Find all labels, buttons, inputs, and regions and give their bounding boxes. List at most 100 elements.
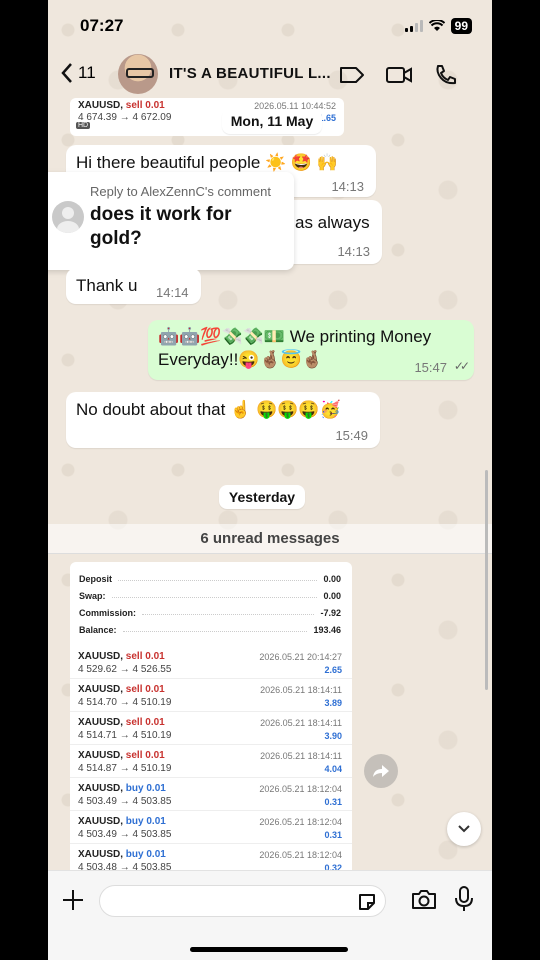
message-text-line2: Everyday!!😜🤞🏽😇🤞🏽: [158, 350, 323, 369]
message-text: as always: [295, 213, 370, 232]
contact-avatar[interactable]: [118, 54, 158, 94]
plus-icon: [63, 890, 83, 910]
leader-dots: [111, 591, 318, 598]
message-time: 15:49: [335, 428, 368, 443]
message-time: 14:13: [337, 244, 370, 259]
voice-call-button[interactable]: [432, 62, 460, 93]
leader-dots: [142, 608, 315, 615]
trade-profit: 3.89: [324, 698, 342, 708]
outgoing-message-bubble[interactable]: 🤖🤖💯💸💸💵 We printing Money Everyday!!😜🤞🏽😇🤞…: [148, 320, 474, 380]
trade-date: 2026.05.21 18:14:11: [260, 685, 342, 695]
battery-indicator: 99: [450, 18, 472, 34]
forward-button[interactable]: [364, 754, 398, 788]
trade-symbol: XAUUSD,: [78, 783, 124, 794]
date-pill-may: Mon, 11 May: [222, 109, 322, 134]
trade-row: XAUUSD, buy 0.01 4 503.49 → 4 503.85 2026.…: [70, 778, 352, 811]
summary-label: Balance:: [79, 625, 117, 635]
message-time: 14:13: [331, 179, 364, 194]
message-time: 15:47: [414, 360, 447, 375]
trade-prices: 4 674.39 → 4 672.09: [78, 112, 172, 123]
trade-side: sell 0.01: [125, 750, 165, 761]
scrollbar[interactable]: [485, 470, 488, 690]
trade-date: 2026.05.21 18:12:04: [259, 784, 342, 794]
trade-symbol: XAUUSD,: [78, 684, 124, 695]
summary-label: Commission:: [79, 608, 137, 618]
chat-title[interactable]: IT'S A BEAUTIFUL L...: [169, 65, 331, 82]
summary-label: Swap:: [79, 591, 106, 601]
scroll-down-button[interactable]: [447, 812, 481, 846]
chat-header: 11 IT'S A BEAUTIFUL L...: [48, 48, 492, 102]
trade-symbol: XAUUSD,: [78, 651, 124, 662]
summary-label: Deposit: [79, 574, 113, 584]
attach-button[interactable]: [60, 887, 86, 918]
trade-prices: 4 503.48 → 4 503.85: [78, 862, 172, 870]
trade-side: sell 0.01: [125, 717, 165, 728]
trade-report-screenshot[interactable]: Deposit 0.00 Swap: 0.00 Commission: -7.92 Bala…: [70, 562, 352, 870]
reply-card[interactable]: Reply to AlexZennC's comment does it wor…: [48, 172, 294, 270]
message-bubble[interactable]: Thank u 14:14: [66, 268, 201, 304]
microphone-button[interactable]: [454, 885, 474, 918]
trade-profit: 2.65: [324, 665, 342, 675]
video-call-icon: [386, 67, 412, 83]
read-receipt-icon: ✓✓: [453, 359, 470, 373]
back-unread-count: 11: [78, 63, 96, 82]
camera-button[interactable]: [410, 887, 438, 916]
hd-badge: HD: [76, 122, 91, 129]
trade-side: buy 0.01: [125, 783, 166, 794]
trade-prices: 4 514.70 → 4 510.19: [78, 697, 172, 708]
reply-header: Reply to AlexZennC's comment: [90, 184, 271, 199]
trade-symbol: XAUUSD,: [78, 717, 124, 728]
video-call-button[interactable]: [385, 62, 413, 93]
reply-text-line1: does it work for: [90, 204, 232, 225]
sticker-icon: [359, 894, 375, 910]
wifi-icon: [428, 20, 445, 31]
leader-dots: [118, 574, 318, 581]
trade-side: sell 0.01: [125, 651, 165, 662]
summary-row: Balance: 193.46: [79, 625, 341, 635]
message-input[interactable]: [99, 885, 386, 917]
phone-screen: 07:27 99 11 IT'S A BEAUTIFUL L... XAUUSD…: [48, 0, 492, 960]
message-text-line1: 🤖🤖💯💸💸💵 We printing Money: [158, 327, 432, 346]
back-chevron-icon: [61, 63, 72, 83]
message-time: 14:14: [156, 285, 189, 300]
label-icon: [340, 67, 364, 83]
signal-icon: [404, 20, 423, 32]
trade-profit: 3.90: [324, 731, 342, 741]
trade-prices: 4 503.49 → 4 503.85: [78, 829, 172, 840]
trade-row: XAUUSD, sell 0.01 4 514.87 → 4 510.19 2026…: [70, 745, 352, 778]
unread-count-label: 6 unread messages: [200, 530, 340, 547]
trade-symbol: XAUUSD,: [78, 816, 124, 827]
trade-side: sell 0.01: [125, 684, 165, 695]
message-text: Thank u: [76, 276, 138, 295]
trade-row: XAUUSD, sell 0.01 4 529.62 → 4 526.55 2026…: [70, 646, 352, 679]
trade-date: 2026.05.21 18:12:04: [259, 817, 342, 827]
leader-dots: [122, 625, 308, 632]
reply-text-line2: gold?: [90, 228, 142, 249]
trade-row: XAUUSD, sell 0.01 4 514.70 → 4 510.19 2026…: [70, 679, 352, 712]
scroll-down-icon: [458, 825, 470, 833]
trade-prices: 4 529.62 → 4 526.55: [78, 664, 172, 675]
forward-icon: [373, 765, 389, 777]
trade-side: buy 0.01: [125, 849, 166, 860]
microphone-icon: [455, 886, 473, 911]
home-indicator: [190, 947, 348, 952]
label-button[interactable]: [338, 62, 366, 93]
trade-profit: 0.31: [324, 797, 342, 807]
trade-symbol: XAUUSD,: [78, 750, 124, 761]
summary-row: Commission: -7.92: [79, 608, 341, 618]
trade-symbol: XAUUSD,: [78, 100, 124, 111]
trade-symbol: XAUUSD,: [78, 849, 124, 860]
camera-icon: [412, 890, 436, 909]
trade-prices: 4 503.49 → 4 503.85: [78, 796, 172, 807]
trade-row: XAUUSD, buy 0.01 4 503.49 → 4 503.85 2026.…: [70, 811, 352, 844]
message-bubble[interactable]: No doubt about that ☝️ 🤑🤑🤑🥳 15:49: [66, 392, 380, 448]
trade-prices: 4 514.71 → 4 510.19: [78, 730, 172, 741]
trade-profit: 4.04: [324, 764, 342, 774]
back-button[interactable]: 11: [60, 62, 96, 84]
trade-profit: 0.32: [324, 863, 342, 870]
trade-date: 2026.05.21 20:14:27: [259, 652, 342, 662]
status-icons: 99: [404, 18, 472, 34]
trade-side: buy 0.01: [125, 816, 166, 827]
summary-value: 193.46: [313, 625, 341, 635]
unread-divider: 6 unread messages: [48, 524, 492, 554]
